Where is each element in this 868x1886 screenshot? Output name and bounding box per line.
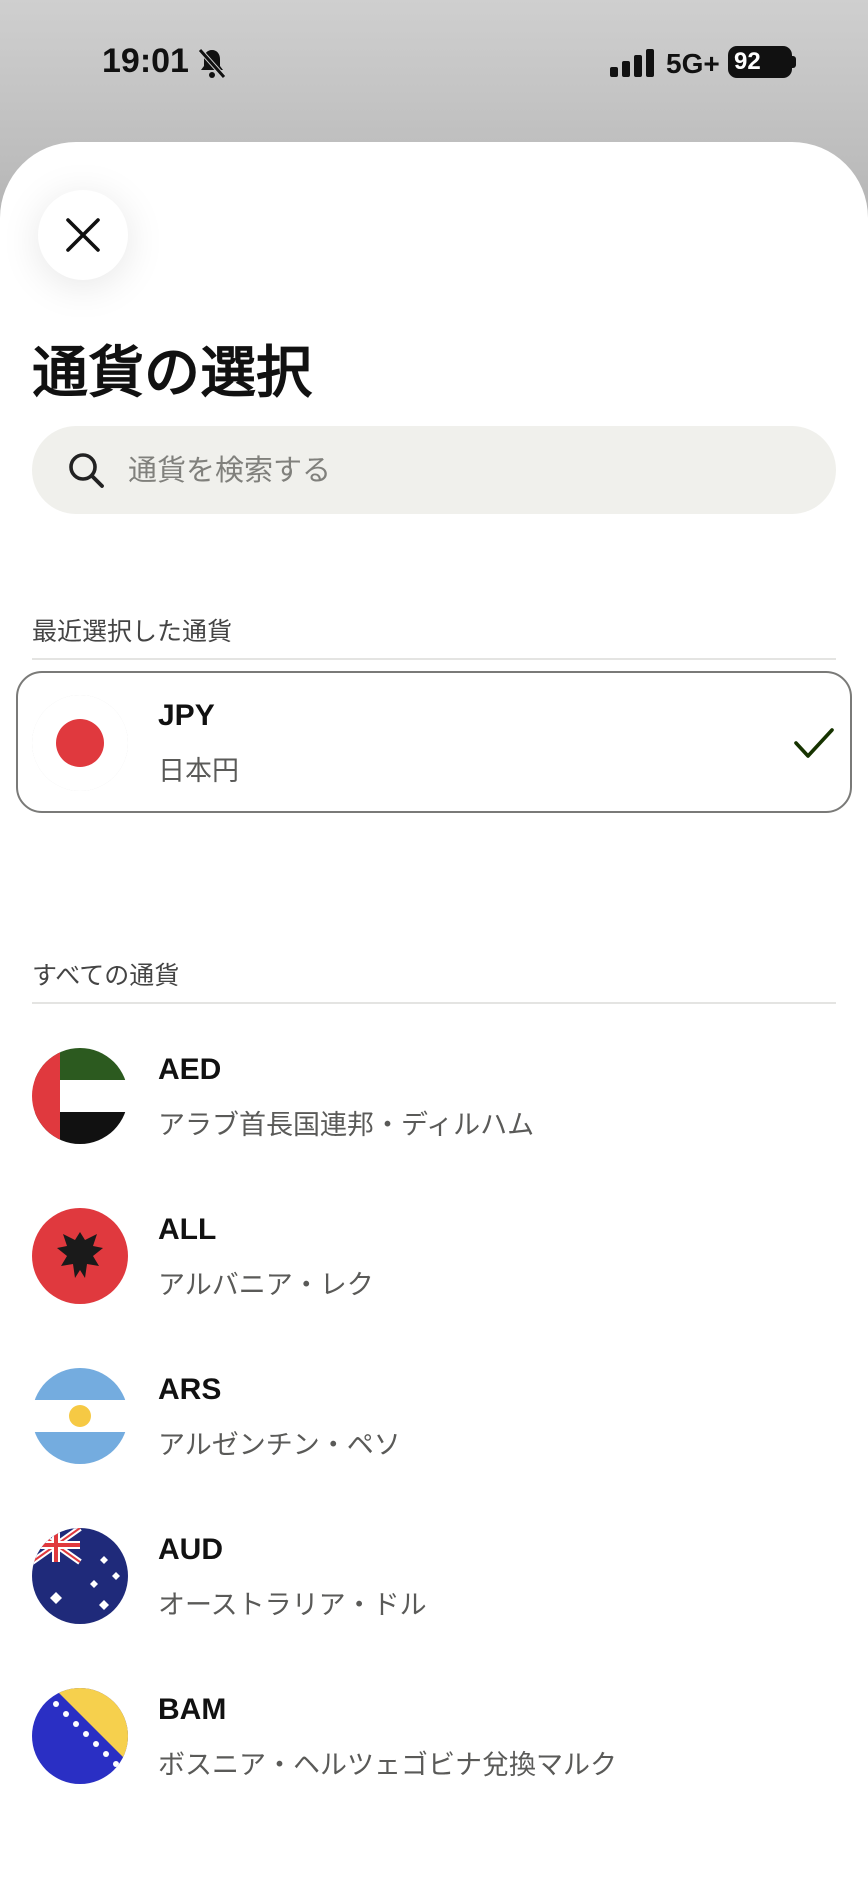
status-bar: 19:01 5G+ 92: [0, 0, 868, 130]
search-input[interactable]: [128, 453, 768, 487]
currency-name: アルゼンチン・ペソ: [158, 1430, 401, 1461]
search-icon: [69, 453, 104, 488]
network-type: 5G+: [666, 48, 720, 79]
divider: [32, 1002, 836, 1004]
currency-row-jpy[interactable]: JPY 日本円: [16, 671, 852, 813]
currency-code: AUD: [158, 1533, 223, 1566]
battery-indicator: 92: [728, 46, 792, 78]
currency-code: BAM: [158, 1693, 227, 1726]
currency-name: ボスニア・ヘルツェゴビナ兌換マルク: [158, 1750, 617, 1781]
currency-code: ARS: [158, 1373, 222, 1406]
currency-picker-sheet: 通貨の選択 最近選択した通貨 JPY 日本円 すべての通貨: [0, 142, 868, 1886]
currency-code: AED: [158, 1053, 222, 1086]
australia-flag: [32, 1528, 128, 1624]
currency-row-ars[interactable]: ARS アルゼンチン・ペソ: [0, 1351, 868, 1481]
currency-row-aud[interactable]: AUD オーストラリア・ドル: [0, 1511, 868, 1641]
albania-flag: [32, 1208, 128, 1304]
divider: [32, 658, 836, 660]
battery-level: 92: [734, 48, 761, 75]
currency-row-bam[interactable]: BAM ボスニア・ヘルツェゴビナ兌換マルク: [0, 1671, 868, 1801]
argentina-flag: [32, 1368, 128, 1464]
japan-flag: [32, 695, 128, 791]
currency-name: オーストラリア・ドル: [158, 1590, 427, 1621]
close-button[interactable]: [38, 190, 128, 280]
close-icon: [66, 218, 100, 252]
page-title: 通貨の選択: [32, 341, 312, 406]
search-bar[interactable]: [32, 426, 836, 514]
currency-name: アルバニア・レク: [158, 1270, 374, 1301]
check-icon: [794, 728, 834, 758]
currency-code: JPY: [158, 699, 215, 732]
uae-flag: [32, 1048, 128, 1144]
bell-slash-icon: [198, 48, 226, 79]
battery-cap: [791, 56, 796, 68]
status-time: 19:01: [102, 42, 189, 80]
recent-section-label: 最近選択した通貨: [32, 617, 233, 646]
currency-row-all[interactable]: ALL アルバニア・レク: [0, 1191, 868, 1321]
bosnia-flag: [32, 1688, 128, 1784]
signal-icon: [610, 49, 654, 77]
currency-row-aed[interactable]: AED アラブ首長国連邦・ディルハム: [0, 1031, 868, 1161]
currency-name: 日本円: [158, 756, 239, 787]
all-section-label: すべての通貨: [32, 961, 180, 990]
currency-code: ALL: [158, 1213, 217, 1246]
currency-name: アラブ首長国連邦・ディルハム: [158, 1110, 535, 1141]
